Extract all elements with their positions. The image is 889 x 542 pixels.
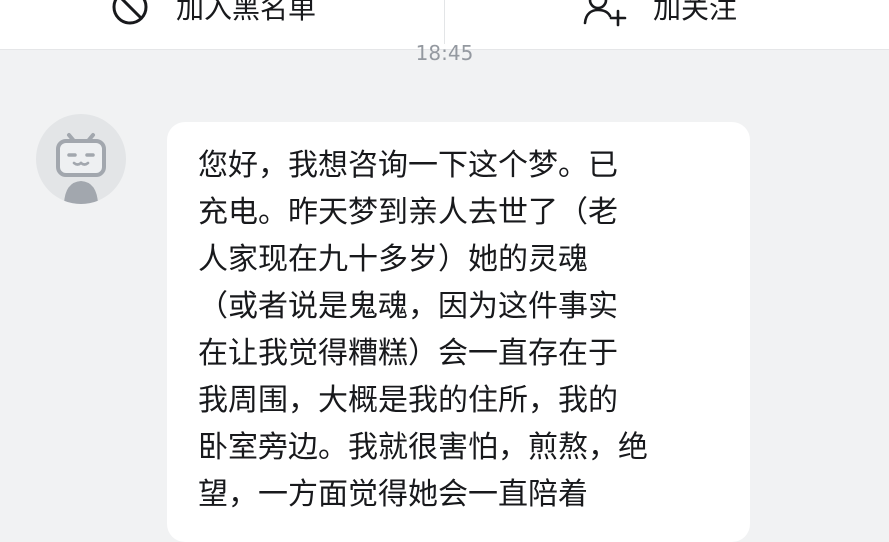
- follow-button[interactable]: 加关注: [583, 0, 737, 32]
- message-timestamp: 18:45: [415, 41, 474, 65]
- action-divider: [444, 0, 445, 44]
- avatar[interactable]: [36, 114, 126, 204]
- bilibili-tv-mascot-icon: [36, 133, 126, 204]
- add-user-icon: [583, 0, 627, 27]
- block-user-button[interactable]: 加入黑名单: [110, 0, 316, 32]
- follow-label: 加关注: [653, 0, 738, 25]
- block-user-label: 加入黑名单: [176, 0, 317, 25]
- message-text: 您好，我想咨询一下这个梦。已 充电。昨天梦到亲人去世了（老 人家现在九十多岁）她…: [198, 148, 648, 512]
- message-bubble[interactable]: 您好，我想咨询一下这个梦。已 充电。昨天梦到亲人去世了（老 人家现在九十多岁）她…: [167, 122, 750, 542]
- block-icon: [110, 0, 150, 27]
